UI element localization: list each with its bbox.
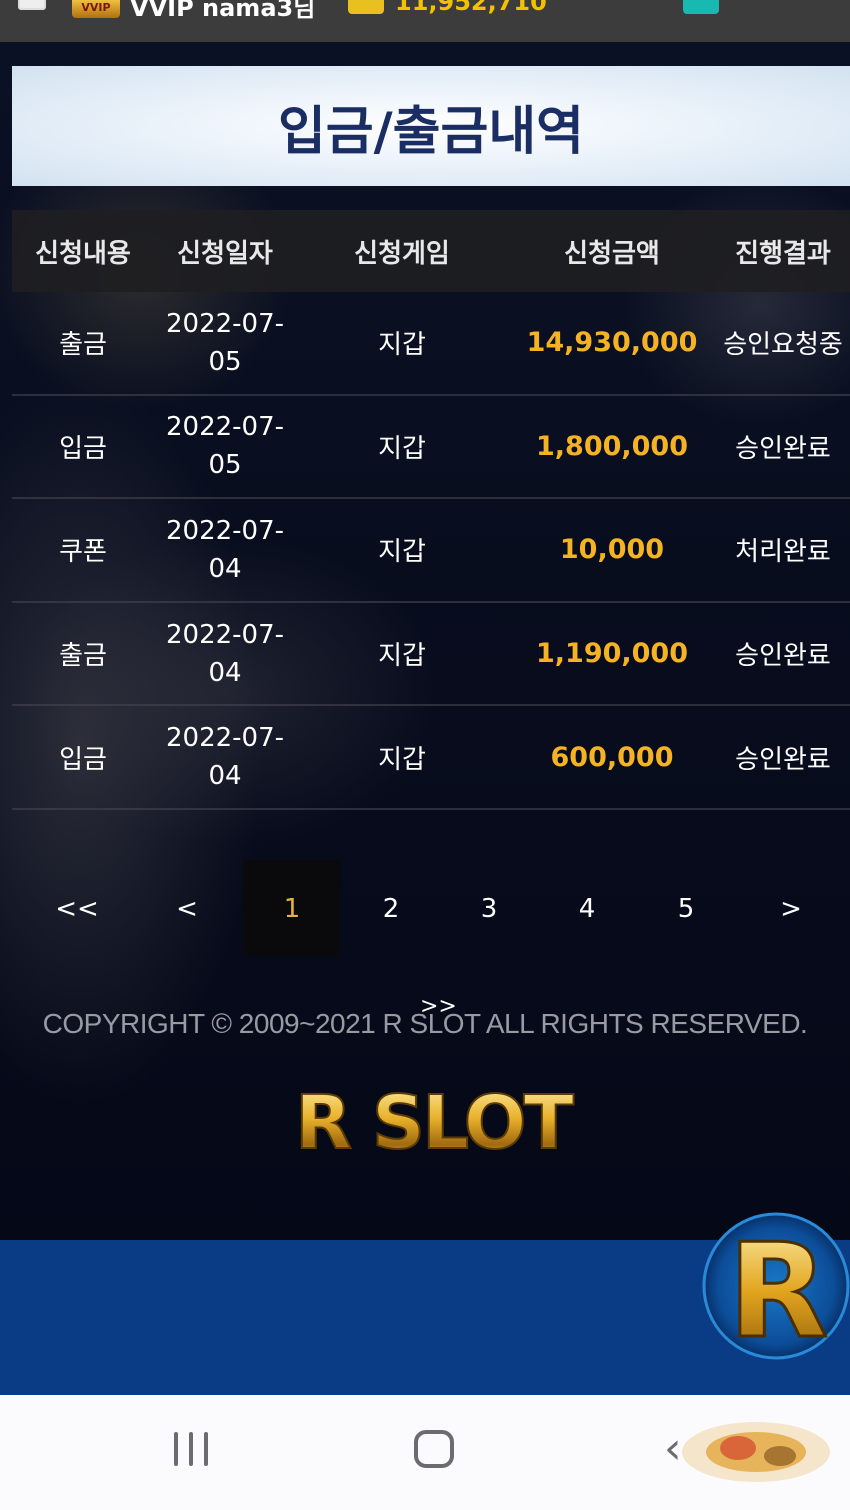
cell-game: 지갑 (378, 641, 426, 672)
header-result: 진행결과 (735, 238, 831, 269)
cell-result: 승인완료 (735, 433, 831, 464)
rslot-logo: R SLOT (294, 1080, 578, 1160)
cell-game: 지갑 (378, 433, 426, 464)
first-page-button[interactable]: << (28, 860, 126, 956)
recent-apps-icon[interactable] (174, 1432, 210, 1466)
cell-result: 승인요청중 (723, 330, 843, 361)
watermark-image (682, 1422, 830, 1482)
cell-amount: 14,930,000 (526, 327, 698, 359)
r-badge-letter: R (728, 1215, 828, 1360)
header-date: 신청일자 (177, 238, 273, 269)
table-row: 출금 2022-07- 05 지갑 14,930,000 승인요청중 (12, 292, 850, 396)
cell-game: 지갑 (378, 537, 426, 568)
cell-game: 지갑 (378, 330, 426, 361)
cell-type: 입금 (59, 744, 107, 775)
cell-amount: 10,000 (559, 534, 665, 566)
cell-amount: 600,000 (550, 741, 674, 773)
cell-date: 2022-07- 04 (165, 515, 284, 584)
status-strip: VVIP VVIP nama3님 11,952,710 (0, 0, 850, 42)
pagination: << < 1 2 3 4 5 > (12, 860, 850, 956)
title-banner: 입금/출금내역 (12, 66, 850, 186)
cell-type: 출금 (59, 330, 107, 361)
wallet-icon (348, 0, 384, 14)
cell-type: 쿠폰 (59, 537, 107, 568)
page-button-4[interactable]: 4 (538, 860, 636, 956)
cell-date: 2022-07- 04 (165, 723, 284, 792)
table-row: 쿠폰 2022-07- 04 지갑 10,000 처리완료 (12, 499, 850, 603)
cell-amount: 1,800,000 (535, 430, 689, 462)
prev-page-button[interactable]: < (138, 860, 236, 956)
cell-type: 입금 (59, 433, 107, 464)
table-header: 신청내용 신청일자 신청게임 신청금액 진행결과 (12, 210, 850, 292)
page-button-5[interactable]: 5 (637, 860, 735, 956)
cell-result: 처리완료 (735, 537, 831, 568)
cell-type: 출금 (59, 641, 107, 672)
cell-game: 지갑 (378, 744, 426, 775)
page-button-3[interactable]: 3 (440, 860, 538, 956)
page-title: 입금/출금내역 (277, 101, 585, 162)
page-button-1[interactable]: 1 (243, 860, 341, 956)
history-table: 신청내용 신청일자 신청게임 신청금액 진행결과 출금 2022-07- 05 지… (12, 210, 850, 810)
logo-text: R SLOT (295, 1080, 574, 1160)
page-button-2[interactable]: 2 (342, 860, 440, 956)
floating-r-button[interactable]: R (702, 1212, 850, 1360)
game-money-icon (683, 0, 719, 14)
vvip-badge: VVIP (72, 0, 120, 18)
home-icon[interactable] (414, 1430, 454, 1468)
cell-amount: 1,190,000 (535, 638, 689, 670)
cell-date: 2022-07- 04 (165, 619, 284, 688)
table-row: 입금 2022-07- 04 지갑 600,000 승인완료 (12, 706, 850, 810)
cell-result: 승인완료 (735, 744, 831, 775)
cell-date: 2022-07- 05 (165, 308, 284, 377)
user-name: VVIP nama3님 (130, 0, 316, 22)
header-type: 신청내용 (35, 238, 131, 269)
balance-value: 11,952,710 (395, 0, 547, 16)
next-page-button[interactable]: > (742, 860, 840, 956)
cell-date: 2022-07- 05 (165, 412, 284, 481)
header-game: 신청게임 (354, 238, 450, 269)
table-row: 출금 2022-07- 04 지갑 1,190,000 승인완료 (12, 603, 850, 707)
table-row: 입금 2022-07- 05 지갑 1,800,000 승인완료 (12, 396, 850, 500)
copyright-text: COPYRIGHT © 2009~2021 R SLOT ALL RIGHTS … (42, 1008, 808, 1039)
header-amount: 신청금액 (564, 238, 660, 269)
mail-icon[interactable] (18, 0, 46, 10)
cell-result: 승인완료 (735, 641, 831, 672)
